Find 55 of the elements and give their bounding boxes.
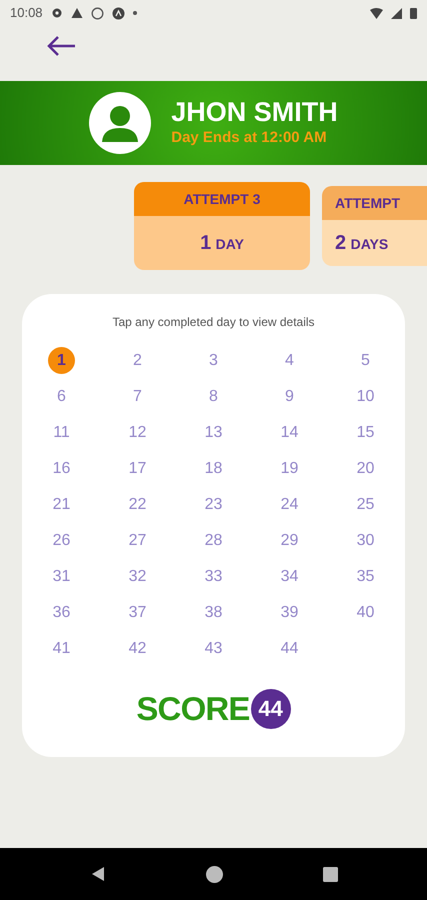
score-logo: SCORE 44 bbox=[136, 684, 291, 734]
day-button[interactable]: 14 bbox=[276, 419, 303, 446]
day-button[interactable]: 11 bbox=[48, 419, 75, 446]
day-button[interactable]: 1 bbox=[48, 347, 75, 374]
day-button[interactable]: 24 bbox=[276, 491, 303, 518]
day-button[interactable]: 19 bbox=[276, 455, 303, 482]
day-button[interactable]: 20 bbox=[352, 455, 379, 482]
day-button[interactable]: 16 bbox=[48, 455, 75, 482]
day-button[interactable]: 30 bbox=[352, 527, 379, 554]
day-button[interactable]: 29 bbox=[276, 527, 303, 554]
day-button[interactable]: 42 bbox=[124, 635, 151, 662]
day-button[interactable]: 32 bbox=[124, 563, 151, 590]
day-button[interactable]: 40 bbox=[352, 599, 379, 626]
day-button[interactable]: 3 bbox=[200, 347, 227, 374]
day-button[interactable]: 33 bbox=[200, 563, 227, 590]
day-button[interactable]: 22 bbox=[124, 491, 151, 518]
attempt-title: ATTEMPT 3 bbox=[184, 190, 260, 208]
day-button[interactable]: 44 bbox=[276, 635, 303, 662]
day-button[interactable]: 25 bbox=[352, 491, 379, 518]
day-button[interactable]: 17 bbox=[124, 455, 151, 482]
day-button[interactable]: 15 bbox=[352, 419, 379, 446]
day-button[interactable]: 21 bbox=[48, 491, 75, 518]
day-button[interactable]: 8 bbox=[200, 383, 227, 410]
day-button[interactable]: 7 bbox=[124, 383, 151, 410]
status-time: 10:08 bbox=[10, 4, 43, 22]
day-button[interactable]: 34 bbox=[276, 563, 303, 590]
day-button[interactable]: 27 bbox=[124, 527, 151, 554]
day-button[interactable]: 4 bbox=[276, 347, 303, 374]
day-button[interactable]: 12 bbox=[124, 419, 151, 446]
day-button[interactable]: 31 bbox=[48, 563, 75, 590]
day-button[interactable]: 10 bbox=[352, 383, 379, 410]
day-button[interactable]: 23 bbox=[200, 491, 227, 518]
day-button[interactable]: 2 bbox=[124, 347, 151, 374]
day-button[interactable]: 43 bbox=[200, 635, 227, 662]
day-button[interactable]: 28 bbox=[200, 527, 227, 554]
day-button[interactable]: 6 bbox=[48, 383, 75, 410]
attempt-card[interactable]: ATTEMPT 2 DAYS bbox=[322, 186, 427, 266]
attempt-duration: 2 DAYS bbox=[335, 231, 388, 256]
day-button[interactable]: 41 bbox=[48, 635, 75, 662]
day-button[interactable]: 18 bbox=[200, 455, 227, 482]
hint-text: Tap any completed day to view details bbox=[112, 314, 315, 331]
user-name: JHON SMITH bbox=[171, 96, 338, 127]
day-button[interactable]: 38 bbox=[200, 599, 227, 626]
day-button[interactable]: 26 bbox=[48, 527, 75, 554]
day-button[interactable]: 5 bbox=[352, 347, 379, 374]
attempt-duration: 1 DAY bbox=[200, 231, 244, 256]
day-button[interactable]: 13 bbox=[200, 419, 227, 446]
day-button[interactable]: 36 bbox=[48, 599, 75, 626]
day-ends-text: Day Ends at 12:00 AM bbox=[171, 128, 328, 148]
day-button[interactable]: 9 bbox=[276, 383, 303, 410]
attempt-title: ATTEMPT bbox=[335, 194, 400, 212]
day-button[interactable]: 37 bbox=[124, 599, 151, 626]
day-button[interactable]: 39 bbox=[276, 599, 303, 626]
day-button[interactable]: 35 bbox=[352, 563, 379, 590]
attempt-card[interactable]: ATTEMPT 3 1 DAY bbox=[134, 182, 310, 270]
